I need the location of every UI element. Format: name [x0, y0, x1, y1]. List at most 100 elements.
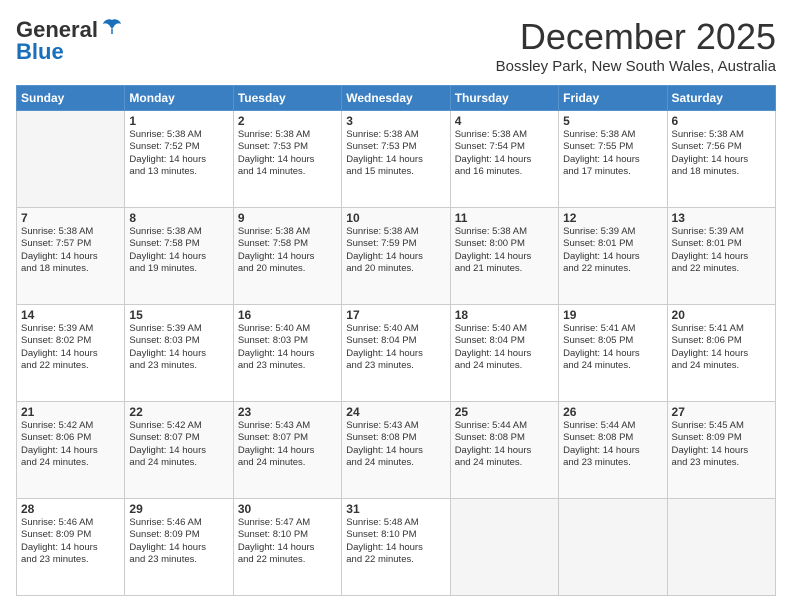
day-info: Sunrise: 5:46 AM Sunset: 8:09 PM Dayligh… [21, 517, 120, 566]
calendar-cell: 16Sunrise: 5:40 AM Sunset: 8:03 PM Dayli… [233, 305, 341, 402]
day-number: 10 [346, 211, 445, 225]
calendar-cell: 12Sunrise: 5:39 AM Sunset: 8:01 PM Dayli… [559, 208, 667, 305]
day-info: Sunrise: 5:43 AM Sunset: 8:07 PM Dayligh… [238, 420, 337, 469]
day-info: Sunrise: 5:48 AM Sunset: 8:10 PM Dayligh… [346, 517, 445, 566]
calendar-cell: 10Sunrise: 5:38 AM Sunset: 7:59 PM Dayli… [342, 208, 450, 305]
calendar-cell: 2Sunrise: 5:38 AM Sunset: 7:53 PM Daylig… [233, 111, 341, 208]
calendar-cell: 21Sunrise: 5:42 AM Sunset: 8:06 PM Dayli… [17, 402, 125, 499]
day-info: Sunrise: 5:38 AM Sunset: 7:56 PM Dayligh… [672, 129, 771, 178]
day-info: Sunrise: 5:39 AM Sunset: 8:01 PM Dayligh… [563, 226, 662, 275]
day-number: 11 [455, 211, 554, 225]
day-number: 25 [455, 405, 554, 419]
calendar-header-thursday: Thursday [450, 86, 558, 111]
calendar-cell: 4Sunrise: 5:38 AM Sunset: 7:54 PM Daylig… [450, 111, 558, 208]
calendar-cell: 13Sunrise: 5:39 AM Sunset: 8:01 PM Dayli… [667, 208, 775, 305]
calendar-week-row: 7Sunrise: 5:38 AM Sunset: 7:57 PM Daylig… [17, 208, 776, 305]
day-info: Sunrise: 5:38 AM Sunset: 7:53 PM Dayligh… [238, 129, 337, 178]
day-info: Sunrise: 5:39 AM Sunset: 8:02 PM Dayligh… [21, 323, 120, 372]
calendar-week-row: 14Sunrise: 5:39 AM Sunset: 8:02 PM Dayli… [17, 305, 776, 402]
page: General Blue December 2025 Bossley Park,… [0, 0, 792, 612]
calendar-cell [450, 499, 558, 596]
calendar-header-tuesday: Tuesday [233, 86, 341, 111]
day-number: 27 [672, 405, 771, 419]
calendar-cell: 23Sunrise: 5:43 AM Sunset: 8:07 PM Dayli… [233, 402, 341, 499]
calendar-cell: 30Sunrise: 5:47 AM Sunset: 8:10 PM Dayli… [233, 499, 341, 596]
day-info: Sunrise: 5:38 AM Sunset: 7:59 PM Dayligh… [346, 226, 445, 275]
logo: General Blue [16, 16, 123, 65]
calendar-cell: 17Sunrise: 5:40 AM Sunset: 8:04 PM Dayli… [342, 305, 450, 402]
day-number: 4 [455, 114, 554, 128]
day-info: Sunrise: 5:46 AM Sunset: 8:09 PM Dayligh… [129, 517, 228, 566]
calendar-cell [17, 111, 125, 208]
day-info: Sunrise: 5:38 AM Sunset: 7:55 PM Dayligh… [563, 129, 662, 178]
calendar-cell: 11Sunrise: 5:38 AM Sunset: 8:00 PM Dayli… [450, 208, 558, 305]
calendar-cell: 6Sunrise: 5:38 AM Sunset: 7:56 PM Daylig… [667, 111, 775, 208]
header: General Blue December 2025 Bossley Park,… [16, 16, 776, 75]
calendar-cell: 14Sunrise: 5:39 AM Sunset: 8:02 PM Dayli… [17, 305, 125, 402]
day-number: 22 [129, 405, 228, 419]
calendar-header-sunday: Sunday [17, 86, 125, 111]
calendar-cell: 24Sunrise: 5:43 AM Sunset: 8:08 PM Dayli… [342, 402, 450, 499]
day-number: 9 [238, 211, 337, 225]
day-info: Sunrise: 5:45 AM Sunset: 8:09 PM Dayligh… [672, 420, 771, 469]
logo-bird-icon [101, 16, 123, 43]
title-block: December 2025 Bossley Park, New South Wa… [496, 16, 776, 75]
day-info: Sunrise: 5:38 AM Sunset: 7:53 PM Dayligh… [346, 129, 445, 178]
day-number: 13 [672, 211, 771, 225]
day-number: 24 [346, 405, 445, 419]
calendar-cell: 26Sunrise: 5:44 AM Sunset: 8:08 PM Dayli… [559, 402, 667, 499]
calendar-cell: 18Sunrise: 5:40 AM Sunset: 8:04 PM Dayli… [450, 305, 558, 402]
calendar-cell [667, 499, 775, 596]
day-info: Sunrise: 5:38 AM Sunset: 7:54 PM Dayligh… [455, 129, 554, 178]
location-title: Bossley Park, New South Wales, Australia [496, 58, 776, 75]
day-info: Sunrise: 5:38 AM Sunset: 8:00 PM Dayligh… [455, 226, 554, 275]
day-number: 6 [672, 114, 771, 128]
calendar-cell: 20Sunrise: 5:41 AM Sunset: 8:06 PM Dayli… [667, 305, 775, 402]
day-number: 5 [563, 114, 662, 128]
day-number: 1 [129, 114, 228, 128]
day-info: Sunrise: 5:38 AM Sunset: 7:57 PM Dayligh… [21, 226, 120, 275]
calendar-cell: 5Sunrise: 5:38 AM Sunset: 7:55 PM Daylig… [559, 111, 667, 208]
calendar-cell: 27Sunrise: 5:45 AM Sunset: 8:09 PM Dayli… [667, 402, 775, 499]
day-number: 12 [563, 211, 662, 225]
day-info: Sunrise: 5:44 AM Sunset: 8:08 PM Dayligh… [563, 420, 662, 469]
calendar-week-row: 1Sunrise: 5:38 AM Sunset: 7:52 PM Daylig… [17, 111, 776, 208]
day-number: 15 [129, 308, 228, 322]
day-info: Sunrise: 5:41 AM Sunset: 8:05 PM Dayligh… [563, 323, 662, 372]
day-number: 14 [21, 308, 120, 322]
day-info: Sunrise: 5:43 AM Sunset: 8:08 PM Dayligh… [346, 420, 445, 469]
day-info: Sunrise: 5:38 AM Sunset: 7:52 PM Dayligh… [129, 129, 228, 178]
calendar-header-row: SundayMondayTuesdayWednesdayThursdayFrid… [17, 86, 776, 111]
day-info: Sunrise: 5:40 AM Sunset: 8:03 PM Dayligh… [238, 323, 337, 372]
day-number: 23 [238, 405, 337, 419]
calendar-cell [559, 499, 667, 596]
calendar-header-saturday: Saturday [667, 86, 775, 111]
day-number: 20 [672, 308, 771, 322]
day-number: 21 [21, 405, 120, 419]
day-number: 8 [129, 211, 228, 225]
calendar-cell: 9Sunrise: 5:38 AM Sunset: 7:58 PM Daylig… [233, 208, 341, 305]
calendar-cell: 25Sunrise: 5:44 AM Sunset: 8:08 PM Dayli… [450, 402, 558, 499]
calendar-table: SundayMondayTuesdayWednesdayThursdayFrid… [16, 85, 776, 596]
day-number: 29 [129, 502, 228, 516]
day-number: 31 [346, 502, 445, 516]
calendar-cell: 29Sunrise: 5:46 AM Sunset: 8:09 PM Dayli… [125, 499, 233, 596]
day-info: Sunrise: 5:42 AM Sunset: 8:07 PM Dayligh… [129, 420, 228, 469]
day-info: Sunrise: 5:42 AM Sunset: 8:06 PM Dayligh… [21, 420, 120, 469]
calendar-cell: 15Sunrise: 5:39 AM Sunset: 8:03 PM Dayli… [125, 305, 233, 402]
day-number: 30 [238, 502, 337, 516]
day-info: Sunrise: 5:40 AM Sunset: 8:04 PM Dayligh… [346, 323, 445, 372]
month-title: December 2025 [496, 16, 776, 58]
calendar-cell: 31Sunrise: 5:48 AM Sunset: 8:10 PM Dayli… [342, 499, 450, 596]
calendar-cell: 1Sunrise: 5:38 AM Sunset: 7:52 PM Daylig… [125, 111, 233, 208]
day-info: Sunrise: 5:40 AM Sunset: 8:04 PM Dayligh… [455, 323, 554, 372]
calendar-cell: 3Sunrise: 5:38 AM Sunset: 7:53 PM Daylig… [342, 111, 450, 208]
day-number: 7 [21, 211, 120, 225]
day-number: 26 [563, 405, 662, 419]
calendar-cell: 22Sunrise: 5:42 AM Sunset: 8:07 PM Dayli… [125, 402, 233, 499]
day-info: Sunrise: 5:44 AM Sunset: 8:08 PM Dayligh… [455, 420, 554, 469]
day-number: 19 [563, 308, 662, 322]
day-info: Sunrise: 5:38 AM Sunset: 7:58 PM Dayligh… [129, 226, 228, 275]
day-number: 17 [346, 308, 445, 322]
calendar-cell: 8Sunrise: 5:38 AM Sunset: 7:58 PM Daylig… [125, 208, 233, 305]
